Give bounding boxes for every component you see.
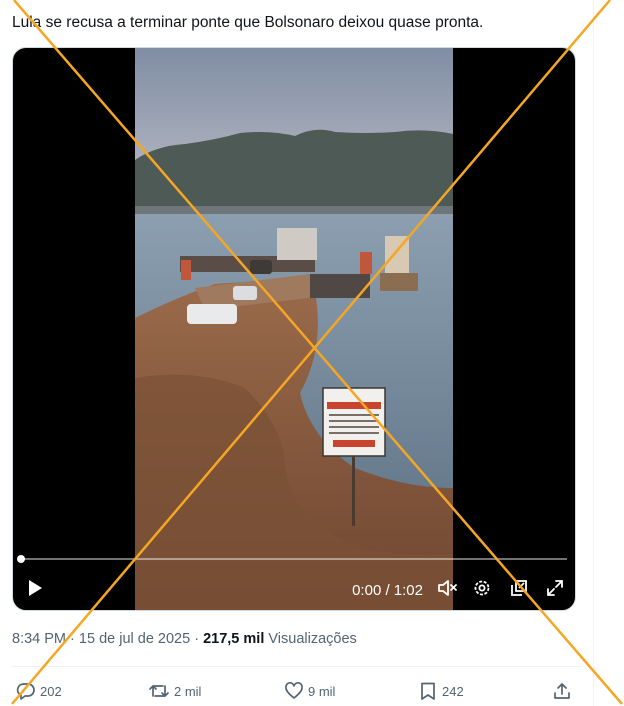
gear-icon [472,578,492,603]
mute-button[interactable] [435,578,459,602]
repost-arrows-icon [148,681,170,701]
settings-button[interactable] [470,578,494,602]
separator: · [70,631,75,647]
video-progress-bar[interactable] [17,555,567,563]
video-frame[interactable] [135,48,453,610]
video-time: 0:00 / 1:02 [352,582,423,599]
bookmark-button[interactable]: 242 [418,678,464,704]
reply-button[interactable]: 202 [16,678,62,704]
pip-button[interactable] [507,578,531,602]
share-button[interactable] [552,678,572,704]
video-still-image [135,48,453,610]
like-button[interactable]: 9 mil [284,678,335,704]
reply-count: 202 [40,683,62,699]
column-divider [593,0,594,706]
video-progress-knob[interactable] [17,555,25,563]
fullscreen-button[interactable] [543,578,567,602]
repost-button[interactable]: 2 mil [148,678,201,704]
video-player[interactable]: 0:00 / 1:02 [12,47,576,611]
repost-count: 2 mil [174,683,202,699]
speech-bubble-icon [16,681,36,701]
speaker-muted-icon [436,577,458,604]
views-count: 217,5 mil [203,631,265,647]
bookmark-count: 242 [442,683,464,699]
tweet-metadata: 8:34 PM · 15 de jul de 2025 · 217,5 mil … [12,630,357,648]
play-button[interactable] [23,578,47,602]
tweet-time[interactable]: 8:34 PM [12,631,66,647]
play-icon [26,579,44,602]
expand-icon [545,578,565,603]
tweet-date[interactable]: 15 de jul de 2025 [79,631,190,647]
separator: · [194,631,200,647]
video-controls: 0:00 / 1:02 [13,572,575,608]
picture-in-picture-icon [509,578,529,603]
tweet-text: Lula se recusa a terminar ponte que Bols… [12,14,484,31]
views-label: Visualizações [268,631,357,647]
actions-divider [12,666,582,667]
like-count: 9 mil [308,683,336,699]
heart-icon [284,681,304,701]
bookmark-icon [418,681,438,701]
tweet-actions: 202 2 mil 9 mil 242 [0,678,594,704]
share-upload-icon [552,681,572,701]
